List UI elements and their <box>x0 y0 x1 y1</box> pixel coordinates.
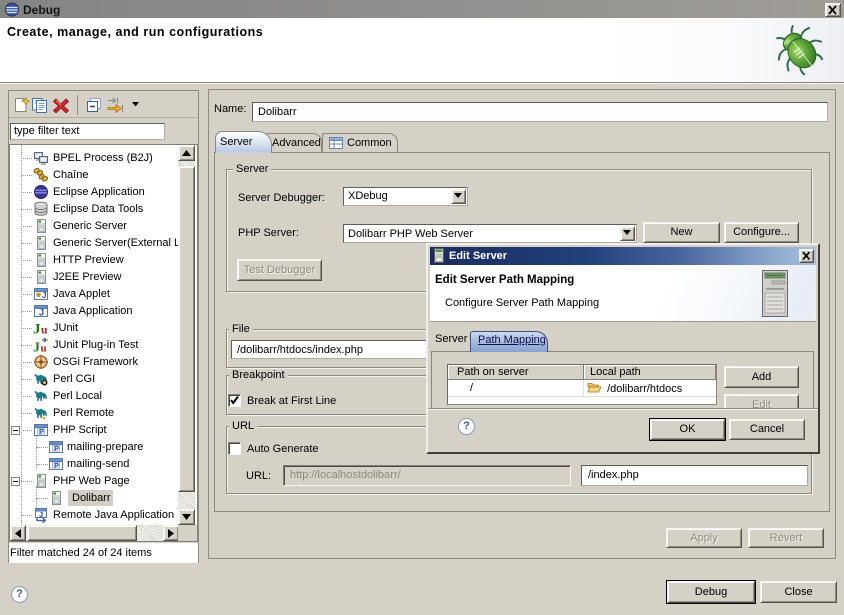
svg-text:u: u <box>41 343 47 354</box>
svg-text:P: P <box>39 427 44 436</box>
svg-text:J: J <box>39 308 44 318</box>
svg-text:J: J <box>33 322 41 337</box>
svg-text:J: J <box>39 510 43 519</box>
svg-text:J: J <box>33 341 40 354</box>
svg-text:u: u <box>41 325 48 337</box>
svg-text:J: J <box>42 291 46 300</box>
svg-text:P: P <box>54 461 59 470</box>
svg-text:P: P <box>54 444 59 453</box>
